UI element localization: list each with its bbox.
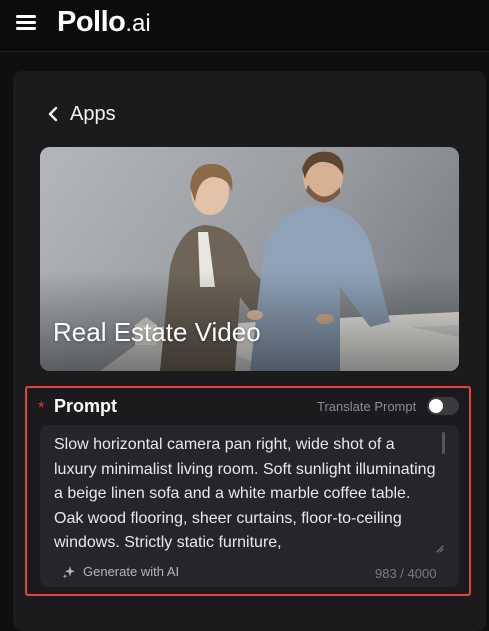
toggle-knob [429, 399, 443, 413]
resize-handle-icon[interactable] [435, 544, 444, 553]
hero-title: Real Estate Video [53, 317, 261, 347]
hero-banner: Real Estate Video [40, 147, 459, 371]
translate-prompt-label: Translate Prompt [317, 399, 417, 414]
back-button[interactable]: Apps [47, 101, 116, 127]
prompt-label: Prompt [54, 396, 117, 416]
prompt-textarea-container: Slow horizontal camera pan right, wide s… [40, 425, 459, 587]
required-marker: * [38, 398, 45, 417]
back-label: Apps [70, 102, 116, 125]
top-bar: Pollo.ai [0, 0, 489, 52]
logo[interactable]: Pollo.ai [57, 6, 151, 42]
menu-icon[interactable] [16, 14, 36, 31]
generate-with-ai-label: Generate with AI [83, 564, 180, 579]
logo-main-text: Pollo [57, 6, 126, 38]
chevron-left-icon [48, 106, 58, 122]
character-counter: 983 / 4000 [375, 566, 437, 581]
generate-with-ai-button[interactable]: Generate with AI [62, 564, 179, 579]
prompt-textarea[interactable]: Slow horizontal camera pan right, wide s… [54, 433, 438, 551]
textarea-scrollbar[interactable] [442, 432, 445, 454]
translate-prompt-toggle[interactable] [427, 397, 459, 415]
sparkle-icon [62, 565, 75, 578]
logo-sub-text: .ai [125, 10, 151, 37]
